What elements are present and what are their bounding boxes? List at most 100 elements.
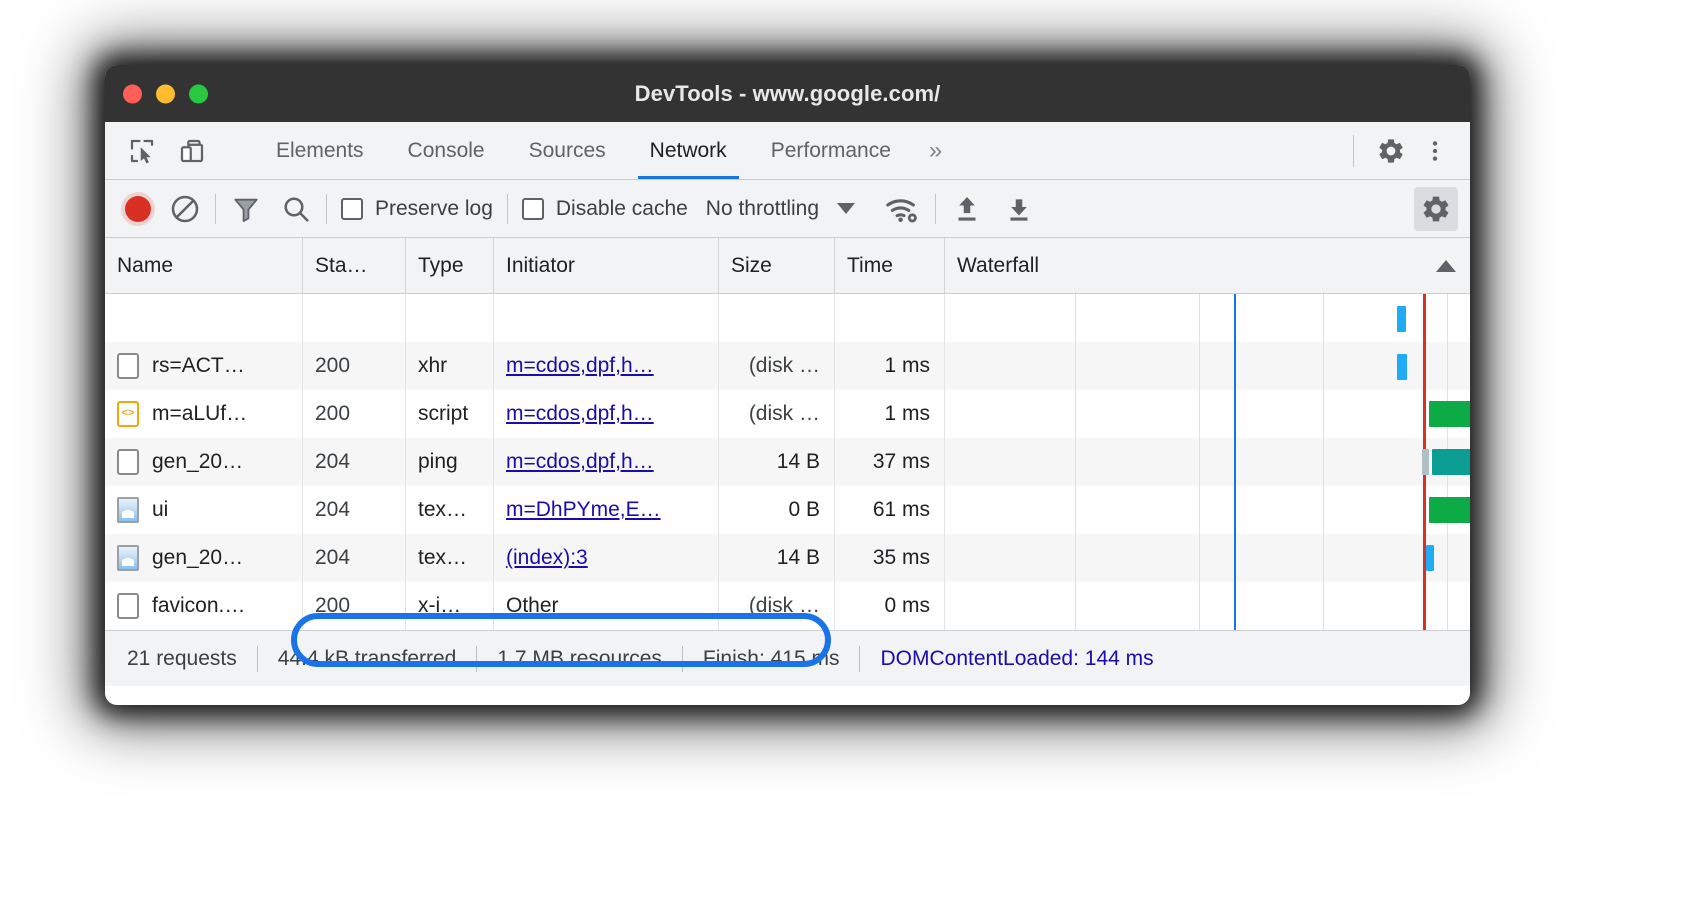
filter-button[interactable]	[230, 193, 262, 225]
initiator-link[interactable]: m=DhPYme,E…	[506, 498, 661, 522]
tab-performance[interactable]: Performance	[749, 122, 913, 179]
cell-name[interactable]: rs=ACT…	[105, 342, 303, 390]
checkbox-box[interactable]	[521, 197, 544, 220]
cell-initiator[interactable]: m=DhPYme,E…	[494, 486, 719, 534]
clear-button[interactable]	[169, 193, 201, 225]
column-header-type[interactable]: Type	[406, 238, 494, 293]
column-header-time[interactable]: Time	[835, 238, 945, 293]
cell-waterfall	[945, 390, 1470, 438]
table-row[interactable]: gen_20… 204 ping m=cdos,dpf,h… 14 B 37 m…	[105, 438, 1470, 486]
cell-name[interactable]: gen_20…	[105, 438, 303, 486]
request-name: m=aLUf…	[152, 402, 248, 425]
tab-console[interactable]: Console	[386, 122, 507, 179]
tab-label: Elements	[276, 138, 364, 162]
cell-time: 1 ms	[835, 342, 945, 390]
initiator-link[interactable]: m=cdos,dpf,h…	[506, 402, 654, 426]
filter-icon	[234, 198, 258, 222]
throttling-select[interactable]: No throttling	[706, 197, 856, 221]
column-header-waterfall[interactable]: Waterfall	[945, 238, 1470, 293]
cell-status: 204	[303, 534, 406, 582]
cell-type: tex…	[406, 486, 494, 534]
window-title: DevTools - www.google.com/	[634, 80, 941, 106]
summary-divider	[681, 645, 683, 672]
image-icon	[117, 545, 139, 571]
toolbar-divider	[1353, 134, 1354, 167]
cell-waterfall	[945, 438, 1470, 486]
request-name: gen_20…	[152, 450, 244, 473]
chevron-down-icon	[837, 203, 856, 214]
cell-name[interactable]: favicon.…	[105, 582, 303, 630]
cell-status: 204	[303, 438, 406, 486]
request-name: ui	[152, 498, 169, 521]
column-header-initiator[interactable]: Initiator	[494, 238, 719, 293]
cell-initiator[interactable]: m=cdos,dpf,h…	[494, 342, 719, 390]
cell-time: 1 ms	[835, 390, 945, 438]
record-button[interactable]	[125, 195, 151, 222]
close-button[interactable]	[123, 84, 142, 103]
tab-label: Performance	[770, 138, 891, 162]
summary-transferred: 44.4 kB transferred	[277, 646, 457, 670]
requests-table-body: rs=ACT… 200 xhr m=cdos,dpf,h… (disk … 1 …	[105, 294, 1470, 630]
tab-network[interactable]: Network	[628, 122, 749, 179]
table-row[interactable]: m=aLUf… 200 script m=cdos,dpf,h… (disk ……	[105, 390, 1470, 438]
column-header-size[interactable]: Size	[719, 238, 835, 293]
document-icon	[117, 353, 139, 379]
cell-size: (disk …	[719, 390, 835, 438]
initiator-link[interactable]: m=cdos,dpf,h…	[506, 450, 654, 474]
request-name: rs=ACT…	[152, 354, 245, 377]
import-har-button[interactable]	[950, 192, 984, 226]
search-button[interactable]	[280, 193, 312, 225]
checkbox-box[interactable]	[341, 197, 363, 220]
cell-initiator[interactable]: (index):3	[494, 534, 719, 582]
cell-name[interactable]: gen_20…	[105, 534, 303, 582]
export-har-button[interactable]	[1002, 192, 1036, 226]
cell-size: 0 B	[719, 486, 835, 534]
more-tabs-icon[interactable]: »	[913, 122, 958, 179]
cell-size: 14 B	[719, 438, 835, 486]
cell-size: (disk …	[719, 342, 835, 390]
cell-type: ping	[406, 438, 494, 486]
disable-cache-label: Disable cache	[555, 196, 688, 220]
devtools-window: DevTools - www.google.com/ Elements Cons…	[105, 65, 1470, 705]
tabstrip-right-icons	[1343, 122, 1470, 179]
request-name: favicon.…	[152, 594, 246, 617]
cell-name[interactable]: m=aLUf…	[105, 390, 303, 438]
initiator-text: Other	[506, 594, 559, 617]
summary-resources: 1.7 MB resources	[497, 646, 662, 670]
column-header-status[interactable]: Sta…	[303, 238, 406, 293]
window-controls[interactable]	[123, 84, 208, 103]
screenshot-root: DevTools - www.google.com/ Elements Cons…	[0, 0, 1702, 910]
cell-name[interactable]: ui	[105, 486, 303, 534]
maximize-button[interactable]	[189, 84, 208, 103]
initiator-link[interactable]: m=cdos,dpf,h…	[506, 354, 654, 378]
cell-initiator[interactable]: m=cdos,dpf,h…	[494, 390, 719, 438]
device-toolbar-icon[interactable]	[175, 134, 209, 168]
initiator-link[interactable]: (index):3	[506, 546, 588, 570]
disable-cache-checkbox[interactable]: Disable cache	[521, 196, 688, 221]
tab-label: Network	[649, 138, 727, 162]
toolbar-divider	[506, 193, 508, 224]
column-header-name[interactable]: Name	[105, 238, 303, 293]
table-row[interactable]: favicon.… 200 x-i… Other (disk … 0 ms	[105, 582, 1470, 630]
network-conditions-button[interactable]	[883, 192, 921, 226]
more-options-icon[interactable]	[1418, 134, 1452, 168]
cell-status: 200	[303, 390, 406, 438]
cell-initiator[interactable]: m=cdos,dpf,h…	[494, 438, 719, 486]
tab-sources[interactable]: Sources	[507, 122, 628, 179]
settings-gear-icon[interactable]	[1374, 134, 1408, 168]
cell-time: 37 ms	[835, 438, 945, 486]
script-icon	[117, 401, 139, 427]
summary-finish: Finish: 415 ms	[702, 646, 840, 670]
minimize-button[interactable]	[156, 84, 175, 103]
sort-ascending-icon[interactable]	[1436, 259, 1456, 272]
network-settings-button[interactable]	[1414, 186, 1458, 231]
tab-elements[interactable]: Elements	[254, 122, 386, 179]
inspect-element-icon[interactable]	[125, 134, 159, 168]
toolbar-divider	[326, 193, 327, 224]
table-row[interactable]: ui 204 tex… m=DhPYme,E… 0 B 61 ms	[105, 486, 1470, 534]
cell-waterfall	[945, 534, 1470, 582]
network-summary-bar: 21 requests 44.4 kB transferred 1.7 MB r…	[105, 613, 1470, 686]
preserve-log-checkbox[interactable]: Preserve log	[341, 197, 493, 221]
table-row[interactable]: rs=ACT… 200 xhr m=cdos,dpf,h… (disk … 1 …	[105, 342, 1470, 390]
table-row[interactable]: gen_20… 204 tex… (index):3 14 B 35 ms	[105, 534, 1470, 582]
